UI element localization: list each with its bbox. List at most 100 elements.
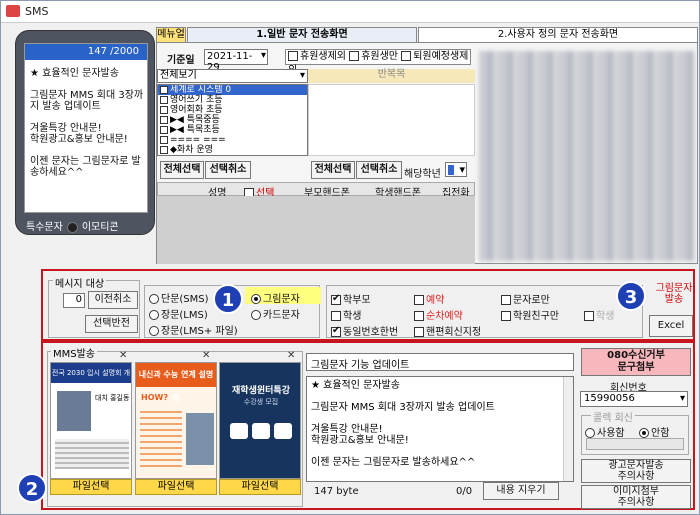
collect-legend: 콜렉 회신 xyxy=(591,409,635,424)
blurred-region xyxy=(479,51,695,261)
recurring-list[interactable] xyxy=(308,84,475,156)
close-thumb-2-icon[interactable]: ✕ xyxy=(202,350,210,361)
exclude-leaving-checkbox[interactable] xyxy=(401,51,412,61)
close-thumb-1-icon[interactable]: ✕ xyxy=(119,350,127,361)
collect-input[interactable] xyxy=(586,438,684,450)
class-list-item[interactable]: ▶◀ 특목중등 xyxy=(158,115,307,125)
callback-value: 15990056 xyxy=(584,393,635,404)
class-list-item[interactable]: 영어쓰기 초등 xyxy=(158,95,307,105)
thumb-3-sub: 수강생 모집 xyxy=(243,398,279,406)
parent-checkbox[interactable]: 학부모 xyxy=(331,291,371,306)
message-body-textarea[interactable]: ★ 효율적인 문자발송 그림문자 MMS 회대 3장까지 발송 업데이트 겨울특… xyxy=(306,376,574,482)
class-list-item[interactable]: ==== === xyxy=(158,135,307,145)
excel-button[interactable]: Excel xyxy=(649,315,693,337)
callback-select[interactable]: 15990056 ▾ xyxy=(580,391,688,407)
phone-preview: 147 /2000 ★ 효율적인 문자발송 그림문자 MMS 회대 3장까지 발… xyxy=(15,30,155,235)
emoticon-button[interactable]: 이모티콘 xyxy=(82,222,119,233)
date-dropdown-icon[interactable]: ▾ xyxy=(261,50,266,61)
thumb-1-sub: 대치 홍길동 xyxy=(95,394,130,402)
class-checkbox[interactable] xyxy=(160,85,168,94)
mms-legend: MMS발송 xyxy=(51,345,98,360)
tab-general-send[interactable]: 1.일반 문자 전송화면 xyxy=(187,27,417,43)
filter-options: 휴원생제외 휴원생만 퇴원예정생제외 xyxy=(285,49,471,76)
ad-notice-button[interactable]: 광고문자발송 주의사항 xyxy=(581,459,691,483)
grade-select[interactable]: ▾ xyxy=(445,162,467,177)
title-bar: SMS xyxy=(1,1,699,23)
deselect-button-2[interactable]: 선택취소 xyxy=(356,161,402,179)
paused-only-label: 휴원생만 xyxy=(361,51,398,62)
mms-thumb-3[interactable]: 재학생윈터특강 수강생 모집 xyxy=(219,362,301,479)
lms-file-option[interactable]: 장문(LMS+ 파일) xyxy=(149,322,238,337)
callback-dropdown-icon[interactable]: ▾ xyxy=(680,393,685,404)
mms-thumb-1[interactable]: 전국 2030 입시 설명회 개최 대치 홍길동 xyxy=(50,362,132,479)
cancel-prev-button[interactable]: 이전취소 xyxy=(88,291,138,309)
same-number-checkbox[interactable]: 동일번호한번 xyxy=(331,323,398,338)
thumb-2-title: 내신과 수능 연계 설명회 xyxy=(136,363,216,403)
paused-only-checkbox[interactable] xyxy=(349,51,360,61)
file-select-button-1[interactable]: 파일선택 xyxy=(50,479,132,495)
reject-080-button[interactable]: 080수신거부 문구첨부 xyxy=(581,348,691,376)
mms-thumb-2[interactable]: 내신과 수능 연계 설명회 HOW? xyxy=(135,362,217,479)
select-all-button-2[interactable]: 전체선택 xyxy=(311,161,355,179)
thumb-1-title: 전국 2030 입시 설명회 개최 xyxy=(51,363,131,397)
class-checkbox[interactable] xyxy=(160,135,168,144)
select-all-button[interactable]: 전체선택 xyxy=(160,161,204,179)
sms-window: SMS 147 /2000 ★ 효율적인 문자발송 그림문자 MMS 회대 3장… xyxy=(0,0,700,515)
class-list[interactable]: 세계로 시스템 0 영어쓰기 초등 영어회화 초등 ▶◀ 특목중등 ▶◀ 특목초등 ===… xyxy=(157,84,308,156)
special-chars-button[interactable]: 특수문자 xyxy=(26,222,63,233)
table-header: 성명 선택 부모핸드폰 학생핸드폰 집전화 xyxy=(157,182,475,199)
class-list-item[interactable]: ◆화차 운영 xyxy=(158,145,307,155)
date-picker[interactable]: 2021-11-29 ▾ xyxy=(204,49,268,73)
exclude-paused-label: 휴원생제외 xyxy=(300,51,346,62)
phone-reply-checkbox[interactable]: 핸편회신지정 xyxy=(414,323,481,338)
subject-input[interactable]: 그림문자 기능 업데이트 xyxy=(306,353,574,371)
exclude-paused-checkbox[interactable] xyxy=(288,51,298,61)
tab-custom-send[interactable]: 2.사용자 정의 문자 전송화면 xyxy=(418,27,698,43)
class-label: 영어쓰기 초등 xyxy=(170,95,223,105)
reserve-checkbox[interactable]: 예약 xyxy=(414,291,444,306)
file-select-button-2[interactable]: 파일선택 xyxy=(135,479,217,495)
char-counter: 147 /2000 xyxy=(25,44,147,60)
view-select[interactable]: 전체보기 ▾ xyxy=(157,69,308,83)
badge-1: 1 xyxy=(213,284,243,314)
invert-button[interactable]: 선택반전 xyxy=(85,315,138,333)
sequential-checkbox[interactable]: 순차예약 xyxy=(414,307,463,322)
badge-3: 3 xyxy=(616,281,646,311)
text-only-checkbox[interactable]: 문자로만 xyxy=(501,291,550,306)
window-title: SMS xyxy=(25,5,49,18)
grade-dropdown-icon[interactable]: ▾ xyxy=(459,163,465,176)
thumb-3-headphone-icon xyxy=(230,423,248,439)
thumb-1-text xyxy=(55,439,129,469)
clear-content-button[interactable]: 내용 지우기 xyxy=(483,482,559,500)
lms-option[interactable]: 장문(LMS) xyxy=(149,306,208,321)
app-icon xyxy=(6,5,20,17)
class-list-item[interactable]: 영어회화 초등 xyxy=(158,105,307,115)
class-checkbox[interactable] xyxy=(160,125,168,134)
class-checkbox[interactable] xyxy=(160,105,168,114)
nouse-radio[interactable]: 안함 xyxy=(639,424,669,439)
card-option[interactable]: 카드문자 xyxy=(251,306,300,321)
class-checkbox[interactable] xyxy=(160,95,168,104)
student-checkbox[interactable]: 학생 xyxy=(331,307,361,322)
phone-message: ★ 효율적인 문자발송 그림문자 MMS 회대 3장까지 발송 업데이트 겨울특… xyxy=(30,68,144,178)
message-scrollbar[interactable] xyxy=(563,377,573,481)
class-list-item[interactable]: ▶◀ 특목초등 xyxy=(158,125,307,135)
class-label: ▶◀ 특목중등 xyxy=(170,115,220,125)
file-select-button-3[interactable]: 파일선택 xyxy=(219,479,301,495)
close-thumb-3-icon[interactable]: ✕ xyxy=(287,350,295,361)
student-dim-checkbox[interactable]: 학생 xyxy=(584,307,614,322)
tab-manual[interactable]: 메뉴얼 xyxy=(156,27,186,43)
sms-option[interactable]: 단문(SMS) xyxy=(149,290,209,305)
class-checkbox[interactable] xyxy=(160,115,168,124)
class-label: ==== === xyxy=(170,135,226,145)
student-table-body[interactable] xyxy=(157,196,475,264)
target-count[interactable]: 0 xyxy=(63,293,85,308)
use-radio[interactable]: 사용함 xyxy=(585,424,625,439)
picture-option[interactable]: 그림문자 xyxy=(251,290,300,305)
friend-only-checkbox[interactable]: 학원친구만 xyxy=(501,307,559,322)
image-notice-button[interactable]: 이미지첨부 주의사항 xyxy=(581,485,691,509)
class-list-item[interactable]: 세계로 시스템 0 xyxy=(158,85,307,95)
deselect-button[interactable]: 선택취소 xyxy=(205,161,251,179)
class-checkbox[interactable] xyxy=(160,145,168,154)
view-dropdown-icon[interactable]: ▾ xyxy=(300,70,305,82)
